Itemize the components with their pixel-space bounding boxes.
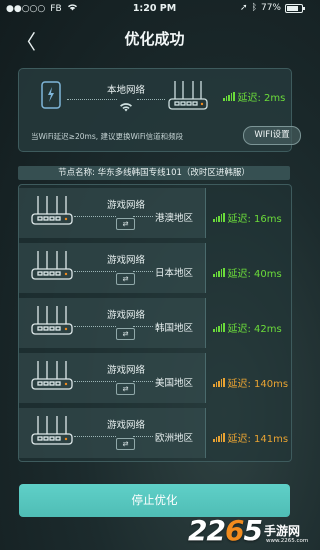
region-delay-value: 延迟: 140ms	[227, 379, 289, 390]
region-name: 美国地区	[155, 378, 194, 389]
page-title: 优化成功	[124, 30, 185, 48]
router-icon	[30, 194, 74, 232]
stop-optimize-button[interactable]: 停止优化	[19, 484, 290, 517]
phone-icon	[41, 81, 61, 113]
signal-icon	[213, 267, 225, 277]
connector-line	[74, 381, 116, 382]
watermark-logo: 2265 手游网 www.2265.com	[188, 514, 309, 548]
local-delay-value: 延迟: 2ms	[237, 93, 286, 104]
bluetooth-icon: ᛒ	[251, 3, 257, 13]
region-name: 韩国地区	[155, 323, 194, 334]
battery-icon	[285, 3, 305, 13]
arrow-icon: ⇄	[116, 383, 135, 395]
router-icon	[30, 414, 74, 452]
watermark-number: 2265	[188, 514, 263, 547]
local-network-card: 本地网络 延迟: 2ms 当WiFi延迟≥20ms, 建议更换WiFi信道和频段…	[18, 68, 301, 152]
battery-fill	[287, 5, 298, 11]
connector-line	[133, 436, 153, 437]
connector-line	[74, 436, 116, 437]
battery-percent: 77%	[260, 3, 281, 13]
game-network-label: 游戏网络	[106, 310, 145, 321]
region-delay-value: 延迟: 42ms	[227, 324, 282, 335]
connector-line	[74, 326, 116, 327]
region-delay: 延迟: 16ms	[213, 210, 282, 225]
router-icon	[30, 249, 74, 287]
connector-line	[133, 381, 153, 382]
local-delay: 延迟: 2ms	[223, 89, 285, 104]
wifi-icon	[119, 97, 133, 116]
signal-icon	[213, 377, 225, 387]
connector-line	[133, 271, 153, 272]
connector-line	[137, 99, 165, 100]
signal-icon	[223, 91, 235, 101]
watermark-text: 手游网	[264, 524, 301, 538]
router-icon	[30, 304, 74, 342]
connector-line	[133, 326, 153, 327]
region-list: 游戏网络 ⇄ 港澳地区 延迟: 16ms 游戏网络 ⇄ 日本地区 延迟: 40ms 游戏网络 ⇄ 韩…	[18, 184, 292, 462]
arrow-icon: ⇄	[116, 273, 135, 285]
location-icon: ➚	[240, 3, 248, 13]
region-delay-value: 延迟: 16ms	[227, 214, 282, 225]
region-row: 游戏网络 ⇄ 欧洲地区 延迟: 141ms	[19, 405, 291, 460]
region-delay: 延迟: 140ms	[213, 375, 288, 390]
game-network-label: 游戏网络	[106, 255, 145, 266]
node-name-bar: 节点名称: 华东多线韩国专线101（改时区进韩服）	[18, 166, 290, 180]
region-row: 游戏网络 ⇄ 日本地区 延迟: 40ms	[19, 240, 291, 295]
connector-line	[67, 99, 117, 100]
region-delay: 延迟: 40ms	[213, 265, 282, 280]
region-row: 游戏网络 ⇄ 美国地区 延迟: 140ms	[19, 350, 291, 405]
signal-icon	[213, 212, 225, 222]
game-network-label: 游戏网络	[106, 365, 145, 376]
region-delay: 延迟: 141ms	[213, 430, 288, 445]
signal-icon	[213, 432, 225, 442]
arrow-icon: ⇄	[116, 328, 135, 340]
watermark-url: www.2265.com	[266, 538, 309, 544]
status-bar: ●●○○○ FB 1:20 PM ➚ ᛒ 77%	[0, 0, 309, 18]
connector-line	[74, 216, 116, 217]
game-network-label: 游戏网络	[106, 200, 145, 211]
region-name: 港澳地区	[155, 213, 194, 224]
region-name: 日本地区	[155, 268, 194, 279]
local-network-label: 本地网络	[106, 85, 145, 96]
arrow-icon: ⇄	[116, 438, 135, 450]
arrow-icon: ⇄	[116, 218, 135, 230]
wifi-tip-text: 当WiFi延迟≥20ms, 建议更换WiFi信道和频段	[31, 132, 184, 141]
connector-line	[133, 216, 153, 217]
status-right: ➚ ᛒ 77%	[240, 3, 305, 13]
signal-icon	[213, 322, 225, 332]
region-delay-value: 延迟: 141ms	[227, 434, 289, 445]
router-icon	[30, 359, 74, 397]
nav-bar: 〈 优化成功	[0, 18, 309, 58]
wifi-settings-button[interactable]: WIFI设置	[243, 126, 301, 145]
region-row: 游戏网络 ⇄ 韩国地区 延迟: 42ms	[19, 295, 291, 350]
connector-line	[74, 271, 116, 272]
router-icon	[167, 79, 209, 117]
region-row: 游戏网络 ⇄ 港澳地区 延迟: 16ms	[19, 185, 291, 240]
region-name: 欧洲地区	[155, 433, 194, 444]
region-delay: 延迟: 42ms	[213, 320, 282, 335]
region-delay-value: 延迟: 40ms	[227, 269, 282, 280]
game-network-label: 游戏网络	[106, 420, 145, 431]
